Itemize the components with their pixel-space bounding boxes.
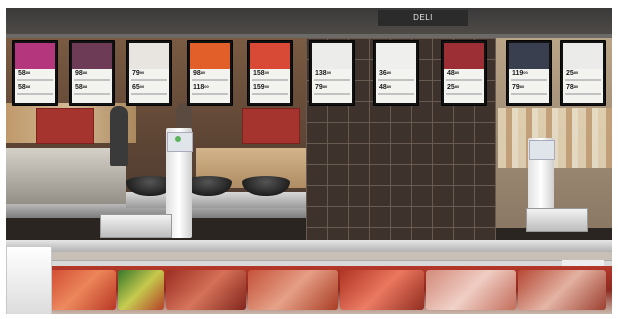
- price-top: 4880: [447, 70, 460, 78]
- price-top: 13800: [315, 70, 332, 78]
- scale-indicator-light: [175, 136, 181, 142]
- product-image: [563, 43, 603, 70]
- product-image: [129, 43, 169, 70]
- price-top: 2580: [566, 70, 579, 78]
- bakery-shelf-right: [498, 108, 612, 168]
- price-screen-4: 9880 11800: [187, 40, 233, 106]
- product-image: [250, 43, 290, 70]
- paper-bag-stack: [6, 246, 52, 314]
- product-image: [190, 43, 230, 70]
- promo-poster-left: [36, 108, 94, 144]
- price-screen-3: 7990 6500: [126, 40, 172, 106]
- meat-package: [340, 270, 424, 310]
- price-screen-10: 2580 7880: [560, 40, 606, 106]
- price-bottom: 4880: [379, 84, 392, 92]
- scale-display-right: [529, 140, 555, 160]
- price-top: 5888: [18, 70, 31, 78]
- price-bottom: 7980: [512, 84, 525, 92]
- price-bottom: 7880: [566, 84, 579, 92]
- price-bottom: 5888: [18, 84, 31, 92]
- meat-package: [166, 270, 246, 310]
- product-image: [312, 43, 352, 70]
- price-screen-5: 15800 15900: [247, 40, 293, 106]
- scale-display-left: [167, 132, 193, 152]
- price-bottom: 5888: [75, 84, 88, 92]
- price-screen-6: 13800 7980: [309, 40, 355, 106]
- deli-section-sign: DELI: [378, 10, 468, 26]
- promo-poster-right: [242, 108, 300, 144]
- price-top: 9880: [193, 70, 206, 78]
- price-top: 7990: [132, 70, 145, 78]
- scale-platform-left: [100, 214, 172, 238]
- price-screen-7: 3680 4880: [373, 40, 419, 106]
- price-screen-2: 9888 5888: [69, 40, 115, 106]
- meat-package: [248, 270, 338, 310]
- price-top: 15800: [253, 70, 270, 78]
- meat-package: [118, 270, 164, 310]
- product-image: [376, 43, 416, 70]
- price-bottom: 7980: [315, 84, 328, 92]
- product-image: [72, 43, 112, 70]
- product-image: [444, 43, 484, 70]
- meat-package: [46, 270, 116, 310]
- price-bottom: 2580: [447, 84, 460, 92]
- price-bottom: 11800: [193, 84, 209, 92]
- service-counter-left: [6, 148, 126, 208]
- scale-platform-right: [526, 208, 588, 232]
- price-top: 3680: [379, 70, 392, 78]
- deli-counter-photo: DELI 5888 5888 9888 5888 7990 6500 9880 …: [6, 8, 612, 314]
- price-screen-8: 4880 2580: [441, 40, 487, 106]
- price-bottom: 6500: [132, 84, 145, 92]
- price-screen-9: 11900 7980: [506, 40, 552, 106]
- price-top: 11900: [512, 70, 528, 78]
- price-top: 9888: [75, 70, 88, 78]
- meat-package: [518, 270, 606, 310]
- staff-member: [110, 106, 128, 166]
- product-image: [15, 43, 55, 70]
- price-screen-1: 5888 5888: [12, 40, 58, 106]
- meat-package: [426, 270, 516, 310]
- price-bottom: 15900: [253, 84, 270, 92]
- product-image: [509, 43, 549, 70]
